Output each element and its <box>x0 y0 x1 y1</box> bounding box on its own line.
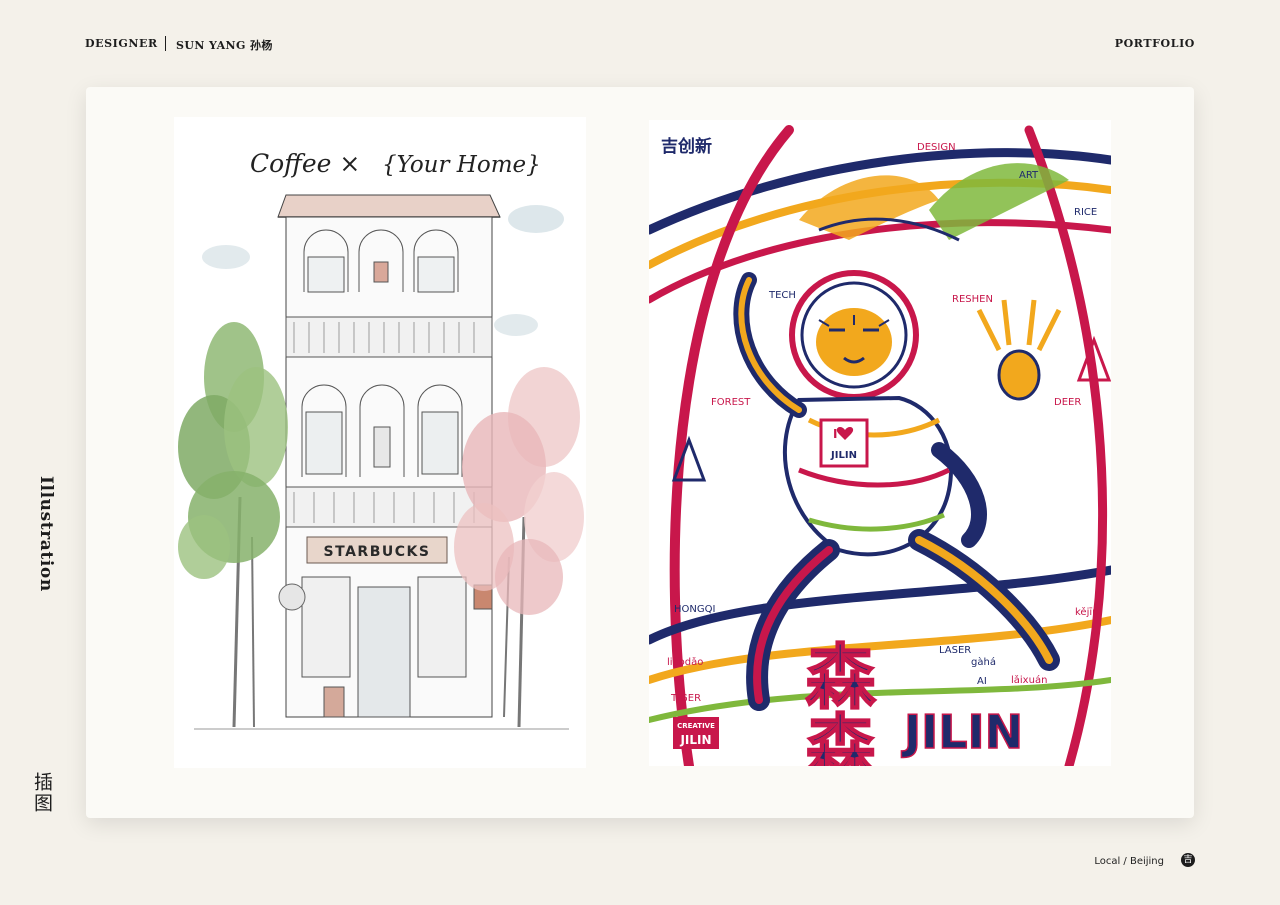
headline-your-home: {Your Home} <box>382 152 541 178</box>
poster-logo: 吉创新 <box>661 136 712 157</box>
ground-window-right <box>417 576 467 678</box>
word-liaodao: liàodǎo <box>667 656 703 668</box>
headline-coffee: Coffee × <box>250 149 360 178</box>
starbucks-illustration: Coffee × {Your Home} STARBUCKS <box>178 149 584 730</box>
section-title-cn: 插图 <box>31 772 53 814</box>
ground-window-left <box>301 576 351 678</box>
utility-box <box>323 686 345 718</box>
location-label: Local / Beijing <box>1094 856 1164 867</box>
badge-bottom-text: JILIN <box>830 450 857 461</box>
jilin-illustration: I JILIN 吉创新 DESIGN ART RICE TECH RESHEN … <box>649 125 1111 766</box>
word-laixuan: lǎixuán <box>1011 674 1047 686</box>
word-forest: FOREST <box>711 397 751 408</box>
deer-shape <box>976 299 1062 401</box>
word-deer: DEER <box>1054 397 1081 408</box>
tiger-face <box>816 308 892 376</box>
word-design: DESIGN <box>917 142 956 153</box>
artwork-jilin-poster[interactable]: I JILIN 吉创新 DESIGN ART RICE TECH RESHEN … <box>649 120 1111 766</box>
word-gaha: gàhá <box>971 656 996 668</box>
designer-label: DESIGNER <box>85 37 158 50</box>
hanging-lantern <box>278 583 306 611</box>
section-title: Illustration <box>36 476 56 592</box>
footer-logo-icon: 吉 <box>1181 853 1195 867</box>
header-divider <box>165 36 166 51</box>
word-art: ART <box>1019 170 1039 181</box>
shop-door <box>357 586 411 718</box>
green-tree <box>178 322 288 728</box>
word-tiger: TIGER <box>670 693 701 704</box>
big-title-en: JILIN <box>901 705 1023 759</box>
creative-label: CREATIVE <box>677 722 715 730</box>
starbucks-sign-text: STARBUCKS <box>324 544 431 560</box>
artwork-starbucks[interactable]: Coffee × {Your Home} STARBUCKS <box>174 117 586 768</box>
word-rice: RICE <box>1074 207 1097 218</box>
top-bar: DESIGNER SUN YANG 孙杨 PORTFOLIO <box>85 36 1195 53</box>
word-reshen: RESHEN <box>952 294 993 305</box>
cloud-shape <box>508 205 564 233</box>
word-laser: LASER <box>939 645 971 656</box>
word-kejin: kějīn <box>1075 606 1098 618</box>
word-ai: AI <box>977 676 987 687</box>
cloud-shape <box>494 314 538 336</box>
big-title-cn: 森森 <box>794 640 876 766</box>
balcony-top <box>285 316 493 358</box>
portfolio-link[interactable]: PORTFOLIO <box>1115 37 1195 50</box>
word-tech: TECH <box>768 290 796 301</box>
cloud-shape <box>202 245 250 269</box>
word-hongqi: HONGQI <box>674 604 715 615</box>
creative-brand: JILIN <box>679 733 711 747</box>
badge-top-text: I <box>833 427 837 441</box>
content-card: Coffee × {Your Home} STARBUCKS I JILIN 吉… <box>86 87 1194 818</box>
roof-tiles <box>277 194 501 218</box>
designer-name: SUN YANG 孙杨 <box>176 39 273 52</box>
